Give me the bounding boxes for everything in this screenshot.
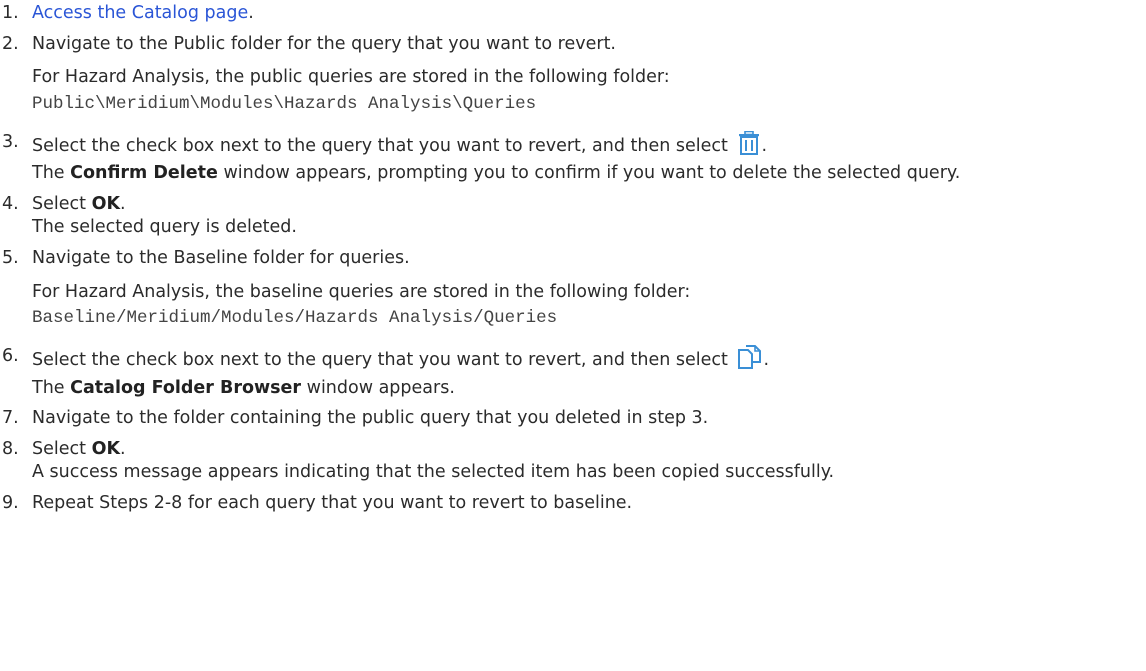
step-number: 5. (2, 248, 19, 268)
catalog-folder-browser-label: Catalog Folder Browser (70, 377, 302, 398)
step-number: 6. (2, 345, 19, 366)
ok-label: OK (91, 438, 120, 459)
step-number: 7. (2, 408, 19, 429)
step-result: A success message appears indicating tha… (32, 462, 835, 483)
step-number: 2. (2, 33, 19, 54)
step-text: Navigate to the Public folder for the qu… (32, 33, 616, 54)
step-text: . (761, 135, 768, 156)
delete-trash-icon (737, 130, 761, 163)
step-note: For Hazard Analysis, the baseline querie… (32, 281, 691, 302)
step-5: 5. Navigate to the Baseline folder for q… (0, 247, 1146, 331)
step-number: 4. (2, 193, 19, 214)
step-number: 8. (2, 438, 19, 459)
copy-icon (737, 344, 763, 377)
step-number: 9. (2, 493, 19, 513)
step-result: The Confirm Delete window appears, promp… (32, 163, 961, 184)
procedure-steps: 1. Access the Catalog page. 2. Navigate … (0, 0, 1146, 516)
step-2: 2. Navigate to the Public folder for the… (0, 33, 1146, 117)
ok-label: OK (91, 193, 120, 214)
step-text: Select the check box next to the query t… (32, 135, 728, 156)
step-number: 3. (2, 131, 19, 152)
step-result: The Catalog Folder Browser window appear… (32, 377, 455, 398)
step-text: Repeat Steps 2-8 for each query that you… (32, 493, 633, 513)
step-text: Navigate to the Baseline folder for quer… (32, 248, 410, 268)
step-text: Select the check box next to the query t… (32, 349, 728, 370)
step-6: 6. Select the check box next to the quer… (0, 344, 1146, 400)
step-number: 1. (2, 3, 19, 23)
step-text: Navigate to the folder containing the pu… (32, 408, 709, 429)
step-1: 1. Access the Catalog page. (0, 2, 1146, 26)
step-text: . (248, 3, 254, 23)
step-3: 3. Select the check box next to the quer… (0, 130, 1146, 186)
step-9: 9. Repeat Steps 2-8 for each query that … (0, 492, 1146, 516)
step-text: . (763, 349, 770, 370)
confirm-delete-label: Confirm Delete (70, 163, 218, 184)
folder-path: Public\Meridium\Modules\Hazards Analysis… (32, 93, 537, 114)
step-result: The selected query is deleted. (32, 217, 297, 238)
folder-path: Baseline/Meridium/Modules/Hazards Analys… (32, 308, 558, 329)
step-4: 4. Select OK. The selected query is dele… (0, 193, 1146, 240)
catalog-page-link[interactable]: Access the Catalog page (32, 3, 248, 23)
step-7: 7. Navigate to the folder containing the… (0, 407, 1146, 431)
step-8: 8. Select OK. A success message appears … (0, 438, 1146, 485)
step-note: For Hazard Analysis, the public queries … (32, 67, 670, 88)
